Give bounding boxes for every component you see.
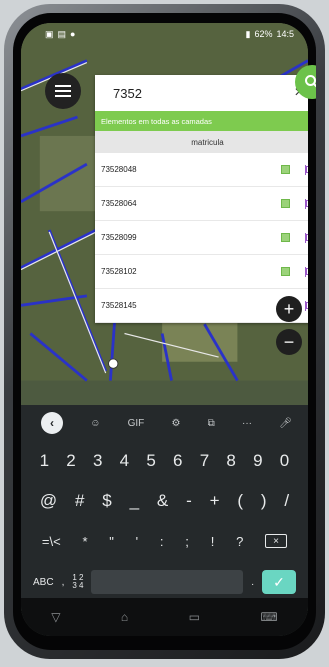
comma-key[interactable]: , bbox=[62, 577, 65, 588]
search-query[interactable]: 7352 bbox=[113, 86, 288, 101]
app-icon: ● bbox=[70, 29, 76, 39]
key[interactable]: ? bbox=[236, 534, 243, 549]
key[interactable]: * bbox=[82, 534, 87, 549]
screen: ▣ ▤ ● ▮ 62% 14:5 7352 × Elementos em tod… bbox=[21, 23, 308, 636]
key[interactable]: # bbox=[75, 491, 84, 511]
key[interactable]: 2 bbox=[66, 451, 75, 471]
gallery-icon: ▤ bbox=[57, 28, 67, 39]
key[interactable]: ; bbox=[185, 534, 189, 549]
flag-icon[interactable] bbox=[304, 232, 308, 243]
keyboard-toolbar: ‹ ☺ GIF ⚙ ⧉ ··· 🎤︎ bbox=[21, 405, 308, 441]
search-input[interactable]: 7352 × bbox=[95, 75, 308, 111]
battery-percent: 62% bbox=[254, 29, 273, 39]
key[interactable]: 4 bbox=[120, 451, 129, 471]
back-icon[interactable]: ‹ bbox=[41, 412, 63, 434]
key[interactable]: @ bbox=[40, 491, 57, 511]
translate-icon[interactable]: ⧉ bbox=[208, 418, 215, 429]
select-feature-icon[interactable] bbox=[281, 165, 290, 174]
key[interactable]: " bbox=[109, 534, 114, 549]
flag-icon[interactable] bbox=[304, 266, 308, 277]
select-feature-icon[interactable] bbox=[281, 233, 290, 242]
numpad-key[interactable]: 1 2 3 4 bbox=[72, 574, 83, 590]
key[interactable]: 0 bbox=[280, 451, 289, 471]
search-panel: 7352 × Elementos em todas as camadas mat… bbox=[95, 75, 308, 323]
clock: 14:5 bbox=[276, 29, 294, 39]
back-nav-icon[interactable]: ▽ bbox=[51, 610, 60, 624]
home-nav-icon[interactable]: ⌂ bbox=[121, 610, 128, 624]
list-item[interactable]: 73528102 bbox=[95, 255, 308, 289]
matricula-value: 73528099 bbox=[101, 233, 137, 242]
matricula-value: 73528145 bbox=[101, 301, 137, 310]
key[interactable]: ( bbox=[237, 491, 243, 511]
zoom-in-button[interactable]: + bbox=[276, 296, 302, 322]
search-icon bbox=[305, 75, 316, 88]
backspace-icon[interactable]: × bbox=[265, 534, 288, 548]
matricula-value: 73528048 bbox=[101, 165, 137, 174]
more-icon[interactable]: ··· bbox=[242, 418, 252, 429]
key[interactable]: $ bbox=[102, 491, 111, 511]
settings-icon[interactable]: ⚙ bbox=[172, 418, 181, 429]
flag-icon[interactable] bbox=[304, 164, 308, 175]
abc-key[interactable]: ABC bbox=[33, 577, 54, 588]
key[interactable]: : bbox=[160, 534, 164, 549]
key[interactable]: / bbox=[284, 491, 289, 511]
matricula-value: 73528064 bbox=[101, 199, 137, 208]
hamburger-icon bbox=[55, 90, 71, 92]
list-item[interactable]: 73528064 bbox=[95, 187, 308, 221]
space-bar[interactable] bbox=[91, 570, 244, 594]
select-feature-icon[interactable] bbox=[281, 199, 290, 208]
mic-icon[interactable]: 🎤︎ bbox=[279, 418, 292, 429]
matricula-value: 73528102 bbox=[101, 267, 137, 276]
results-layer-header: Elementos em todas as camadas bbox=[95, 111, 308, 131]
key[interactable]: - bbox=[186, 491, 192, 511]
system-nav-bar: ▽ ⌂ ▭ ⌨ bbox=[21, 598, 308, 636]
key[interactable]: & bbox=[157, 491, 168, 511]
key[interactable]: 3 bbox=[93, 451, 102, 471]
results-list: 73528048 73528064 73528099 73528102 7352… bbox=[95, 153, 308, 323]
key[interactable]: 5 bbox=[146, 451, 155, 471]
flag-icon[interactable] bbox=[304, 198, 308, 209]
status-bar: ▣ ▤ ● ▮ 62% 14:5 bbox=[21, 23, 308, 45]
key[interactable]: ! bbox=[211, 534, 215, 549]
key-more-symbols[interactable]: =\< bbox=[42, 534, 61, 549]
notification-icons: ▣ ▤ ● bbox=[45, 29, 75, 40]
key[interactable]: ) bbox=[261, 491, 267, 511]
key[interactable]: _ bbox=[130, 491, 139, 511]
key[interactable]: ' bbox=[136, 534, 138, 549]
column-header: matricula bbox=[95, 131, 308, 153]
image-icon: ▣ bbox=[45, 28, 54, 39]
keyboard-row-more-symbols: =\< * " ' : ; ! ? × bbox=[21, 521, 308, 561]
recents-nav-icon[interactable]: ▭ bbox=[189, 610, 200, 624]
keyboard-row-numbers: 1 2 3 4 5 6 7 8 9 0 bbox=[21, 441, 308, 481]
phone-bezel: ▣ ▤ ● ▮ 62% 14:5 7352 × Elementos em tod… bbox=[13, 13, 316, 650]
key[interactable]: 7 bbox=[200, 451, 209, 471]
signal-icon: ▮ bbox=[245, 28, 251, 39]
list-item[interactable]: 73528048 bbox=[95, 153, 308, 187]
phone-frame: ▣ ▤ ● ▮ 62% 14:5 7352 × Elementos em tod… bbox=[4, 4, 325, 659]
key[interactable]: 6 bbox=[173, 451, 182, 471]
keyboard-row-bottom: ABC , 1 2 3 4 . ✓ bbox=[21, 561, 308, 603]
status-right: ▮ 62% 14:5 bbox=[246, 29, 295, 40]
key[interactable]: 1 bbox=[40, 451, 49, 471]
list-item[interactable]: 73528099 bbox=[95, 221, 308, 255]
period-key[interactable]: . bbox=[251, 577, 254, 588]
select-feature-icon[interactable] bbox=[281, 267, 290, 276]
gif-button[interactable]: GIF bbox=[128, 418, 145, 429]
key[interactable]: 9 bbox=[253, 451, 262, 471]
menu-button[interactable] bbox=[45, 73, 81, 109]
zoom-out-button[interactable]: − bbox=[276, 329, 302, 355]
key[interactable]: 8 bbox=[226, 451, 235, 471]
flag-icon[interactable] bbox=[304, 300, 308, 311]
enter-button[interactable]: ✓ bbox=[262, 570, 296, 594]
key[interactable]: + bbox=[210, 491, 220, 511]
keyboard-row-symbols: @ # $ _ & - + ( ) / bbox=[21, 481, 308, 521]
sticker-icon[interactable]: ☺ bbox=[90, 418, 100, 429]
keyboard-switch-icon[interactable]: ⌨ bbox=[260, 610, 277, 624]
